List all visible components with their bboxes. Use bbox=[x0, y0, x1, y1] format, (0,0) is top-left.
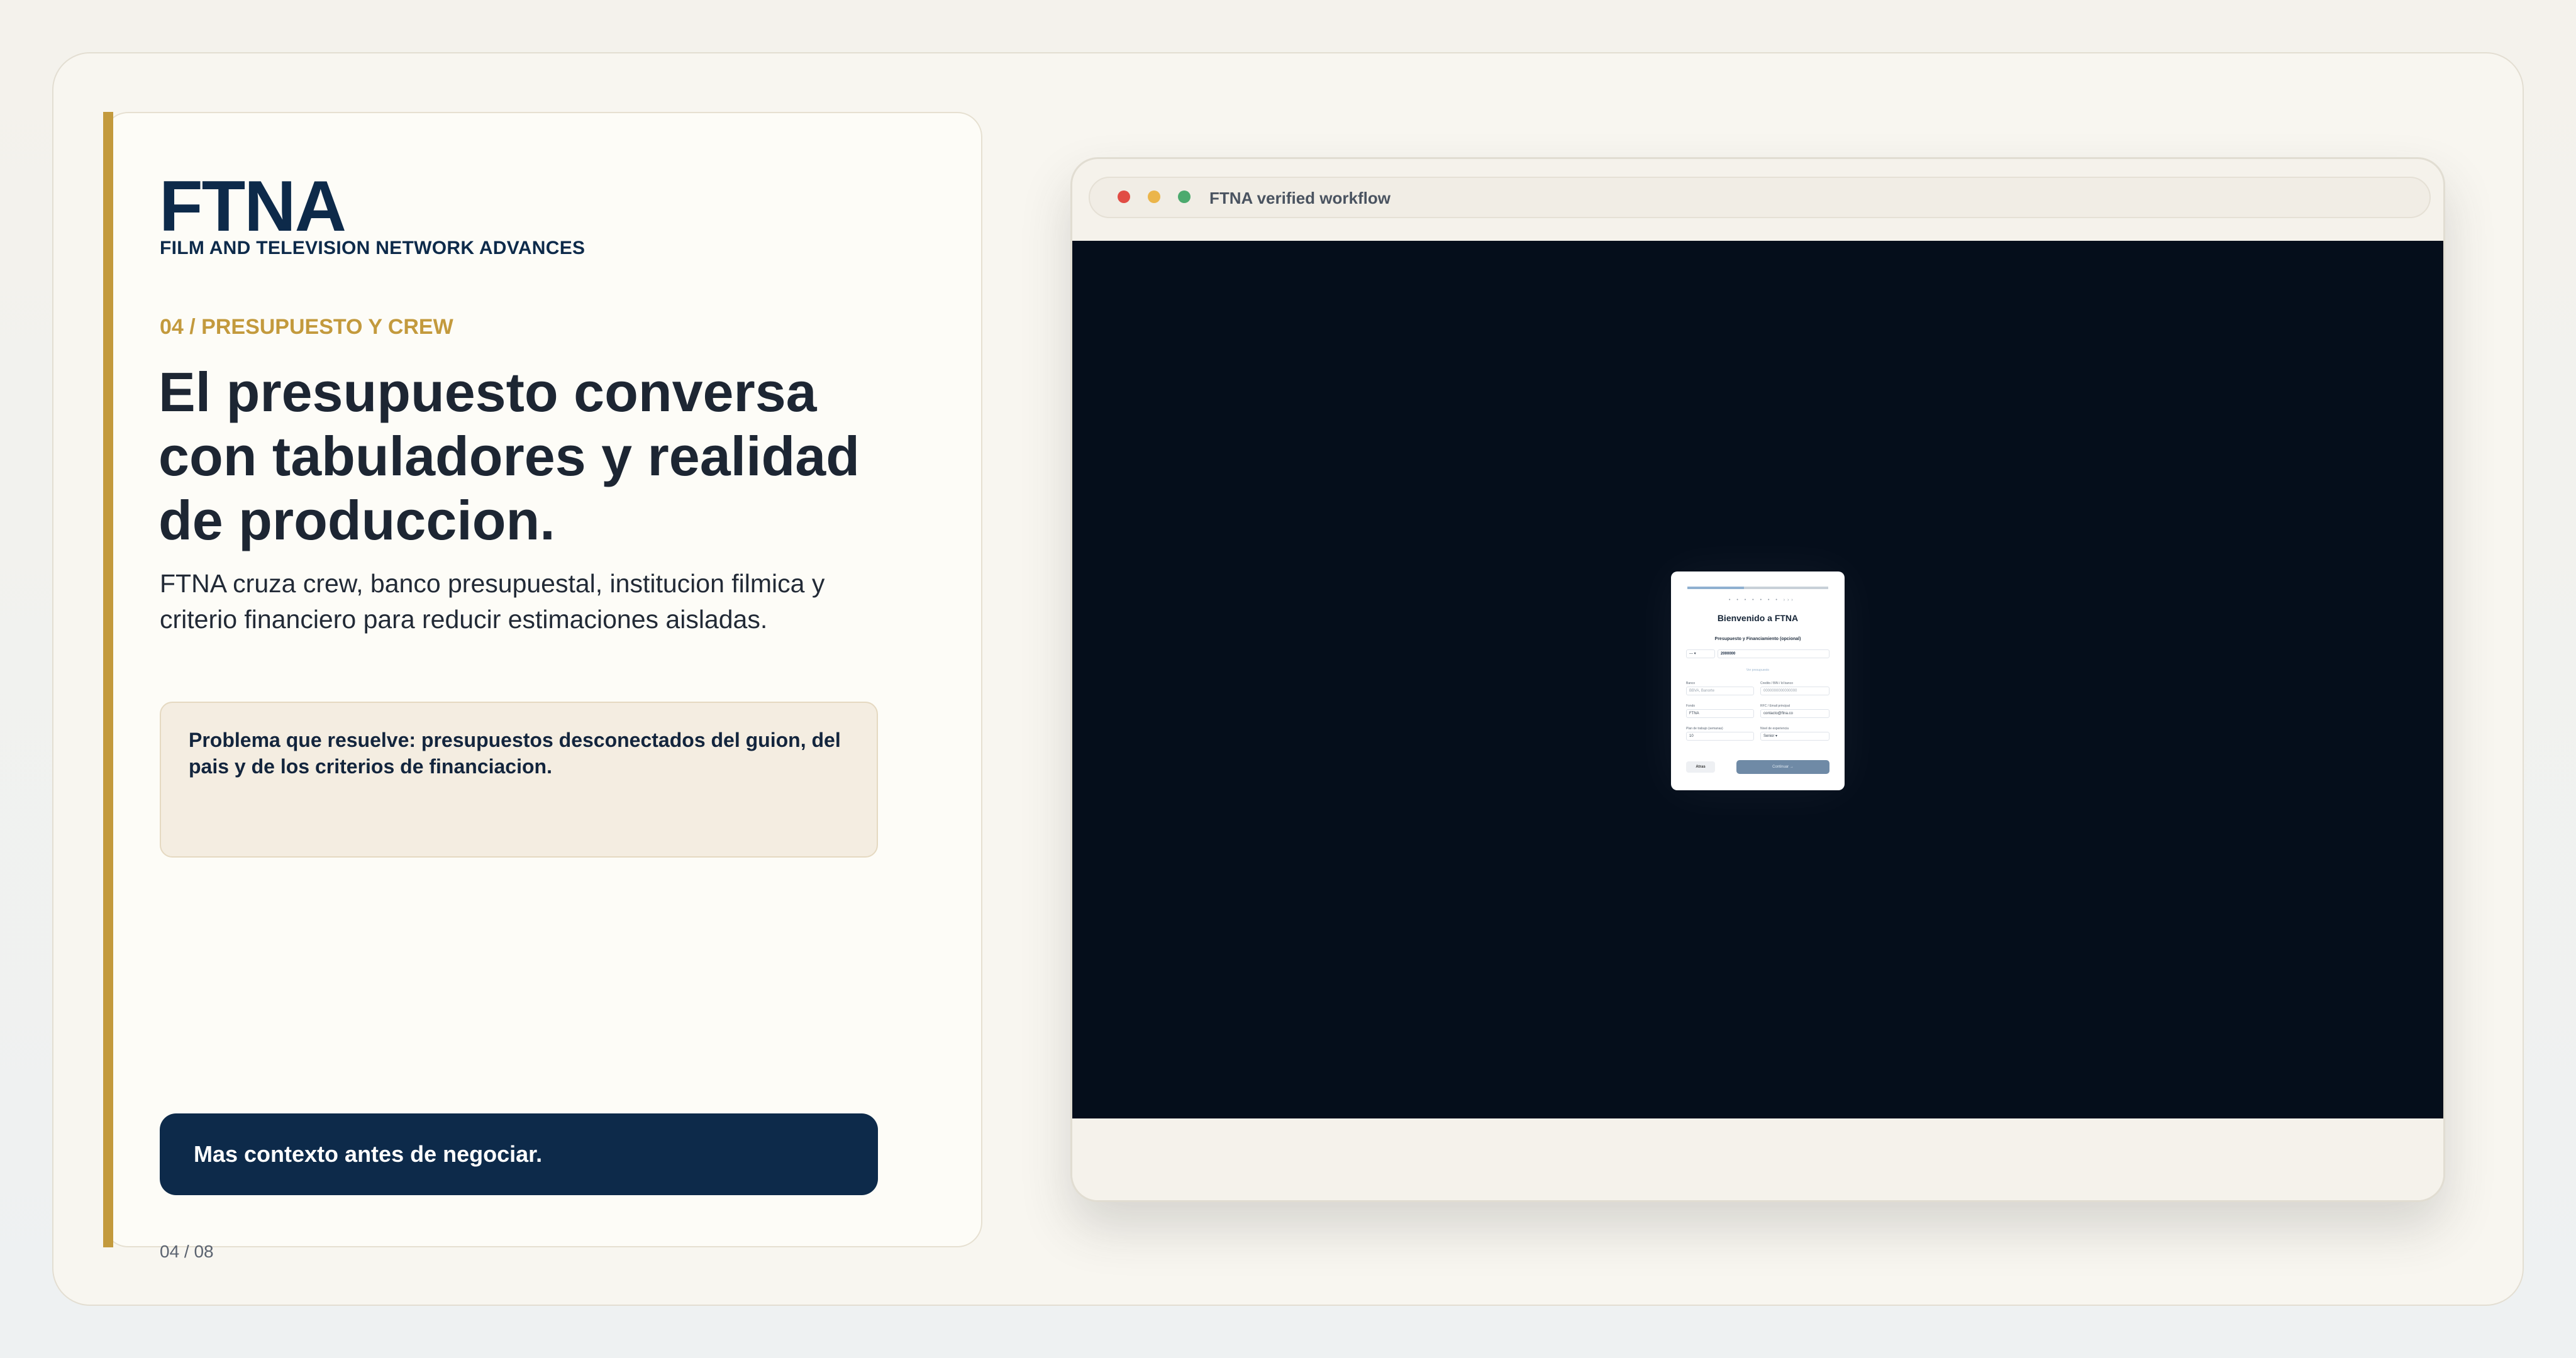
app-viewport: • • • • • • • ››› Bienvenido a FTNA Pres… bbox=[1072, 241, 2443, 1118]
field-label: Nivel de experiencia bbox=[1760, 727, 1789, 731]
modal-title: Bienvenido a FTNA bbox=[1717, 613, 1799, 623]
brand-logo: FTNA bbox=[159, 167, 347, 246]
accent-bar bbox=[103, 112, 113, 1247]
content-card bbox=[103, 112, 982, 1247]
close-dot-icon[interactable] bbox=[1118, 190, 1130, 203]
section-eyebrow: 04 / PRESUPUESTO Y CREW bbox=[160, 315, 453, 339]
field-label: Banco bbox=[1686, 682, 1696, 685]
maximize-dot-icon[interactable] bbox=[1178, 190, 1191, 203]
minimize-dot-icon[interactable] bbox=[1148, 190, 1160, 203]
browser-footer bbox=[1072, 1118, 2443, 1200]
field-label: RFC / Email principal bbox=[1760, 704, 1790, 708]
brand-tagline: FILM AND TELEVISION NETWORK ADVANCES bbox=[160, 238, 586, 258]
budget-input[interactable]: 2000000 bbox=[1718, 649, 1829, 658]
slide-headline: El presupuesto conversa con tabuladores … bbox=[158, 361, 860, 551]
problem-text: Problema que resuelve: presupuestos desc… bbox=[189, 729, 841, 778]
continue-button[interactable]: Continuar → bbox=[1736, 760, 1829, 774]
back-button[interactable]: Atras bbox=[1686, 761, 1715, 773]
credit-input[interactable]: 0000000000000000 bbox=[1760, 687, 1829, 695]
email-input[interactable]: contacto@ftna.co bbox=[1760, 709, 1829, 718]
field-label: Fondo bbox=[1686, 704, 1696, 708]
progress-fill bbox=[1687, 587, 1744, 589]
problem-callout: Problema que resuelve: presupuestos desc… bbox=[160, 702, 878, 858]
slide-lead: FTNA cruza crew, banco presupuestal, ins… bbox=[160, 569, 825, 634]
bank-input[interactable]: BBVA, Banorte bbox=[1686, 687, 1754, 695]
page-indicator: 04 / 08 bbox=[160, 1242, 214, 1261]
experience-select[interactable]: Senior ▾ bbox=[1760, 732, 1829, 741]
field-label: Plan de trabajo (semanas) bbox=[1686, 727, 1723, 731]
modal-subtitle: Presupuesto y Financiamiento (opcional) bbox=[1714, 637, 1801, 641]
currency-select[interactable]: — ▾ bbox=[1686, 649, 1715, 658]
context-cta-button[interactable]: Mas contexto antes de negociar. bbox=[160, 1113, 878, 1195]
fund-input[interactable]: FTNA bbox=[1686, 709, 1754, 718]
budget-hint[interactable]: Ver presupuesto bbox=[1671, 668, 1845, 672]
step-indicator: • • • • • • • ››› bbox=[1729, 598, 1796, 602]
browser-window: FTNA verified workflow • • • • • • • ›››… bbox=[1070, 157, 2445, 1202]
browser-title: FTNA verified workflow bbox=[1209, 189, 1391, 207]
field-label: Credito / BIN / Id banco bbox=[1760, 682, 1793, 685]
weeks-input[interactable]: 10 bbox=[1686, 732, 1754, 741]
progress-bar bbox=[1687, 587, 1828, 589]
browser-address-bar: FTNA verified workflow bbox=[1089, 177, 2431, 218]
onboarding-modal: • • • • • • • ››› Bienvenido a FTNA Pres… bbox=[1671, 571, 1845, 790]
